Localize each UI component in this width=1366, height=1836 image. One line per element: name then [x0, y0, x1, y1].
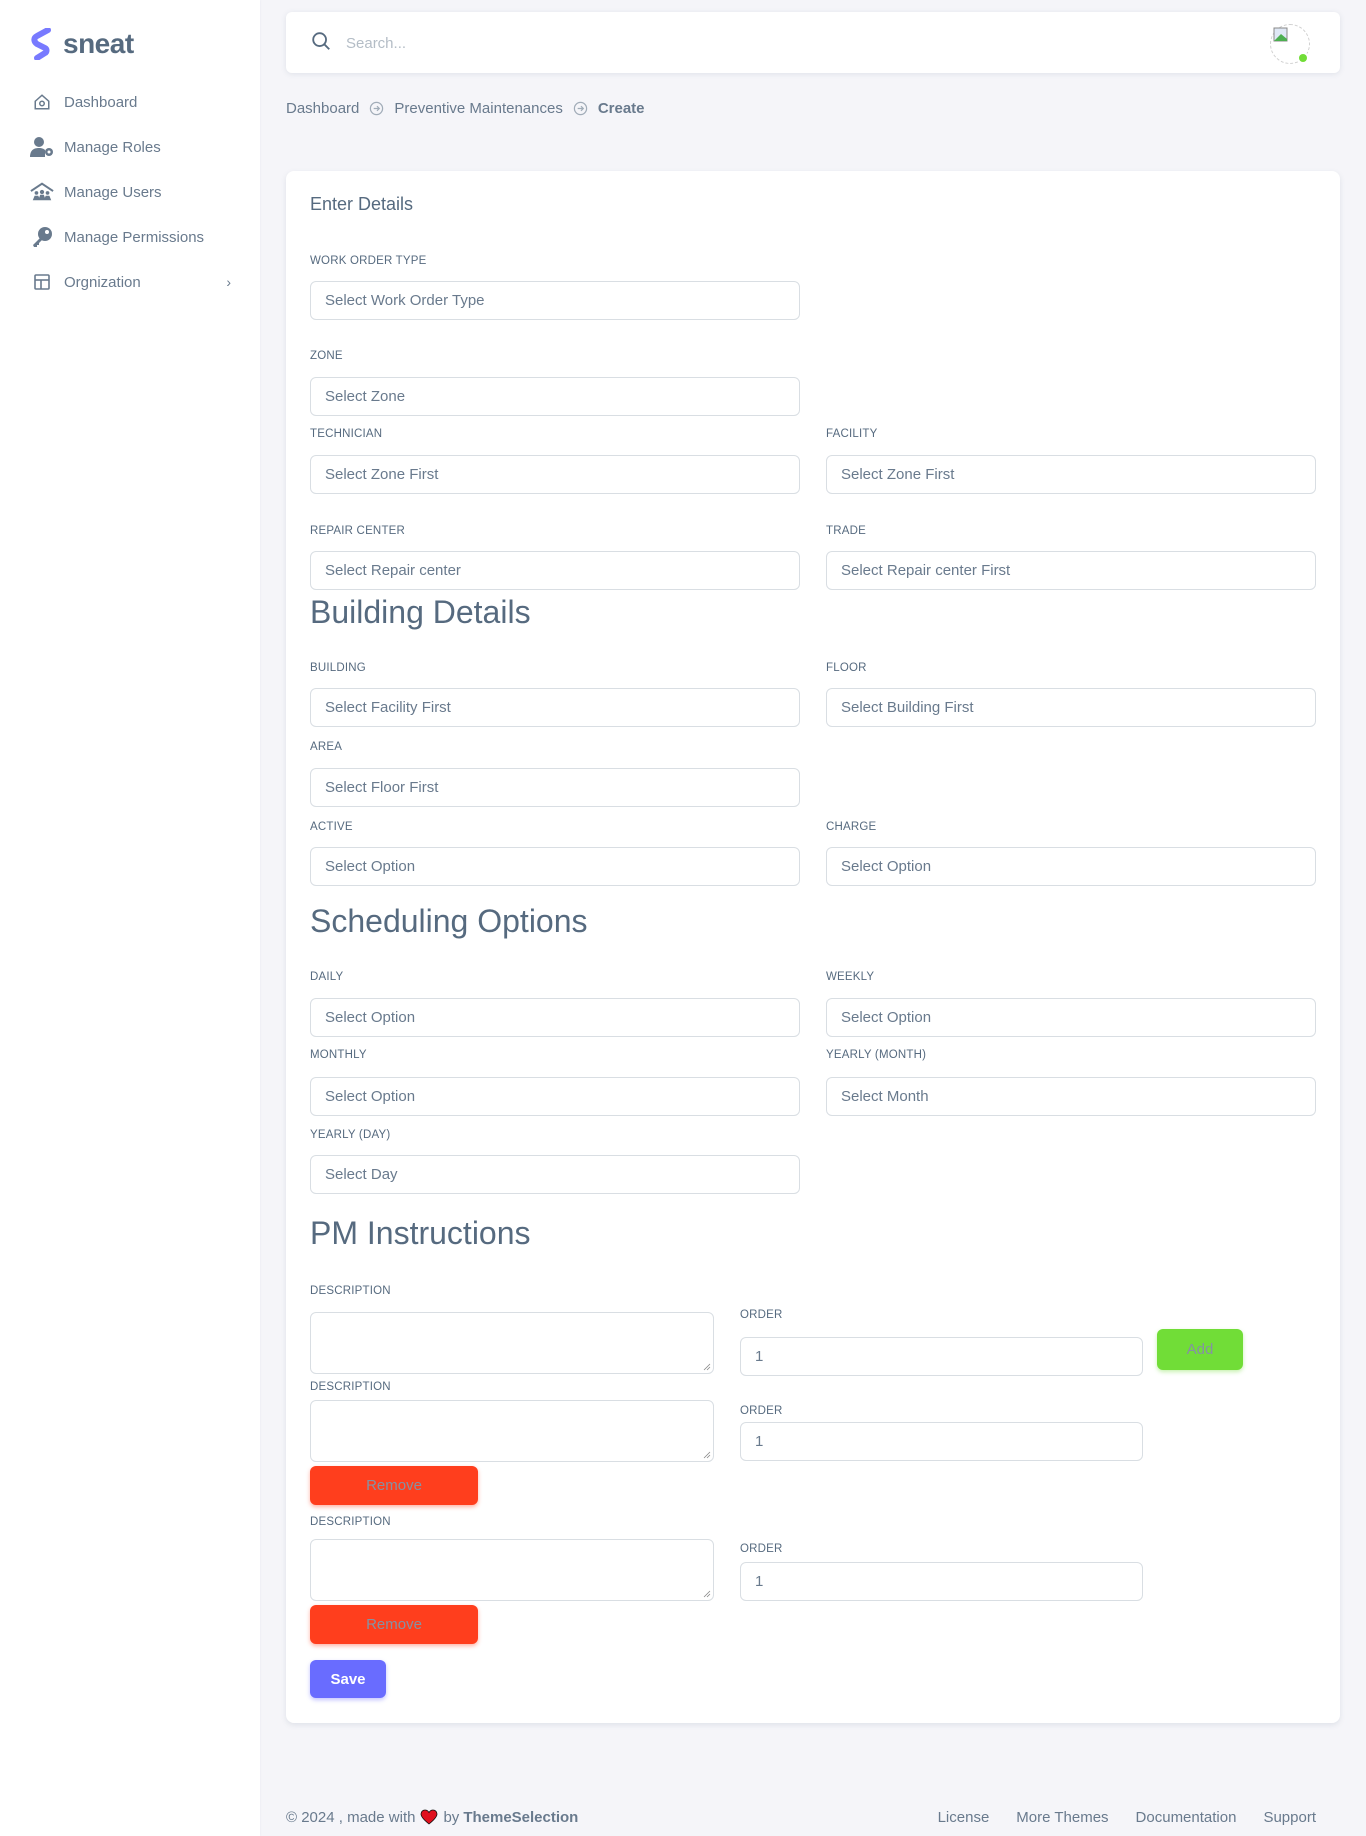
- brand-name: sneat: [63, 28, 134, 59]
- home-icon: [30, 90, 54, 114]
- area-select[interactable]: Select Floor First: [310, 768, 800, 807]
- label-yearly-day: Yearly (Day): [310, 1129, 391, 1141]
- description-textarea[interactable]: [310, 1312, 714, 1374]
- label-weekly: Weekly: [826, 971, 875, 983]
- description-textarea[interactable]: [310, 1539, 714, 1601]
- label-technician: Technician: [310, 428, 383, 440]
- label-yearly-month: Yearly (Month): [826, 1049, 927, 1061]
- label-monthly: Monthly: [310, 1049, 367, 1061]
- section-title-scheduling-options: Scheduling Options: [310, 903, 588, 939]
- footer-link-license[interactable]: License: [938, 1809, 990, 1826]
- sidebar-item-label: Manage Users: [64, 183, 162, 201]
- sidebar-item-manage-permissions[interactable]: Manage Permissions: [30, 220, 235, 254]
- order-input[interactable]: 1: [740, 1422, 1143, 1461]
- user-gear-icon: [30, 135, 54, 159]
- label-zone: Zone: [310, 350, 343, 362]
- label-floor: Floor: [826, 662, 867, 674]
- sidebar-item-label: Orgnization: [64, 273, 141, 291]
- section-title-pm-instructions: PM Instructions: [310, 1215, 531, 1251]
- save-button[interactable]: Save: [310, 1660, 386, 1698]
- sidebar-item-orgnization[interactable]: Orgnization ›: [30, 265, 235, 299]
- facility-select[interactable]: Select Zone First: [826, 455, 1316, 494]
- breadcrumb: Dashboard Preventive Maintenances Create: [286, 100, 645, 117]
- label-order: Order: [740, 1309, 783, 1321]
- heart-icon: [420, 1809, 438, 1825]
- sidebar-item-label: Dashboard: [64, 93, 138, 111]
- daily-select[interactable]: Select Option: [310, 998, 800, 1037]
- floor-select[interactable]: Select Building First: [826, 688, 1316, 727]
- remove-instruction-button[interactable]: Remove: [310, 1605, 478, 1644]
- yearly-day-select[interactable]: Select Day: [310, 1155, 800, 1194]
- search-input[interactable]: [346, 26, 846, 60]
- breadcrumb-separator-icon: [573, 101, 588, 116]
- remove-instruction-button[interactable]: Remove: [310, 1466, 478, 1505]
- zone-select[interactable]: Select Zone: [310, 377, 800, 416]
- online-status-indicator: [1299, 54, 1307, 62]
- sidebar: sneat Dashboard Manage Roles Manage User…: [0, 0, 260, 1836]
- sidebar-item-manage-roles[interactable]: Manage Roles: [30, 130, 235, 164]
- breadcrumb-dashboard[interactable]: Dashboard: [286, 100, 359, 117]
- resize-grip-icon[interactable]: [703, 1363, 711, 1371]
- breadcrumb-separator-icon: [369, 101, 384, 116]
- footer-by: by: [443, 1808, 460, 1826]
- resize-grip-icon[interactable]: [703, 1590, 711, 1598]
- building-select[interactable]: Select Facility First: [310, 688, 800, 727]
- charge-select[interactable]: Select Option: [826, 847, 1316, 886]
- form-card: Enter Details Work Order Type Select Wor…: [286, 171, 1340, 1723]
- add-instruction-button[interactable]: Add: [1157, 1329, 1243, 1370]
- key-icon: [30, 225, 54, 249]
- technician-select[interactable]: Select Zone First: [310, 455, 800, 494]
- label-work-order-type: Work Order Type: [310, 255, 427, 267]
- breadcrumb-preventive-maintenances[interactable]: Preventive Maintenances: [394, 100, 562, 117]
- search-icon: [310, 30, 332, 57]
- footer-links: License More Themes Documentation Suppor…: [911, 1809, 1316, 1826]
- sidebar-item-label: Manage Permissions: [64, 228, 205, 246]
- sidebar-item-manage-users[interactable]: Manage Users: [30, 175, 235, 209]
- footer-link-documentation[interactable]: Documentation: [1136, 1809, 1237, 1826]
- resize-grip-icon[interactable]: [703, 1451, 711, 1459]
- description-textarea[interactable]: [310, 1400, 714, 1462]
- footer-brand-link[interactable]: ThemeSelection: [463, 1809, 578, 1826]
- label-description: Description: [310, 1381, 391, 1393]
- order-input[interactable]: 1: [740, 1337, 1143, 1376]
- label-charge: Charge: [826, 821, 877, 833]
- sneat-logo-icon: [31, 28, 51, 60]
- sidebar-item-dashboard[interactable]: Dashboard: [30, 85, 235, 119]
- brand-logo[interactable]: sneat: [31, 28, 134, 60]
- label-facility: Facility: [826, 428, 878, 440]
- top-navbar: [286, 12, 1340, 73]
- layout-icon: [30, 270, 54, 294]
- order-input[interactable]: 1: [740, 1562, 1143, 1601]
- broken-image-icon: [1273, 27, 1288, 42]
- footer: © 2024 , made with by ThemeSelection Lic…: [286, 1805, 1316, 1829]
- repair-center-select[interactable]: Select Repair center: [310, 551, 800, 590]
- chevron-right-icon: ›: [226, 274, 231, 290]
- section-title-building-details: Building Details: [310, 594, 531, 630]
- label-order: Order: [740, 1543, 783, 1555]
- breadcrumb-create: Create: [597, 100, 645, 117]
- label-trade: Trade: [826, 525, 866, 537]
- card-title: Enter Details: [310, 194, 414, 214]
- label-order: Order: [740, 1405, 783, 1417]
- label-active: Active: [310, 821, 353, 833]
- sidebar-item-label: Manage Roles: [64, 138, 161, 156]
- label-area: Area: [310, 741, 343, 753]
- label-building: Building: [310, 662, 366, 674]
- monthly-select[interactable]: Select Option: [310, 1077, 800, 1116]
- footer-link-more-themes[interactable]: More Themes: [1016, 1809, 1108, 1826]
- footer-copyright: © 2024 , made with: [286, 1808, 416, 1826]
- weekly-select[interactable]: Select Option: [826, 998, 1316, 1037]
- footer-link-support[interactable]: Support: [1263, 1809, 1316, 1826]
- label-description: Description: [310, 1516, 391, 1528]
- label-daily: Daily: [310, 971, 344, 983]
- user-avatar[interactable]: [1270, 24, 1310, 64]
- label-repair-center: Repair Center: [310, 525, 406, 537]
- label-description: Description: [310, 1285, 391, 1297]
- trade-select[interactable]: Select Repair center First: [826, 551, 1316, 590]
- work-order-type-select[interactable]: Select Work Order Type: [310, 281, 800, 320]
- yearly-month-select[interactable]: Select Month: [826, 1077, 1316, 1116]
- active-select[interactable]: Select Option: [310, 847, 800, 886]
- users-house-icon: [30, 180, 54, 204]
